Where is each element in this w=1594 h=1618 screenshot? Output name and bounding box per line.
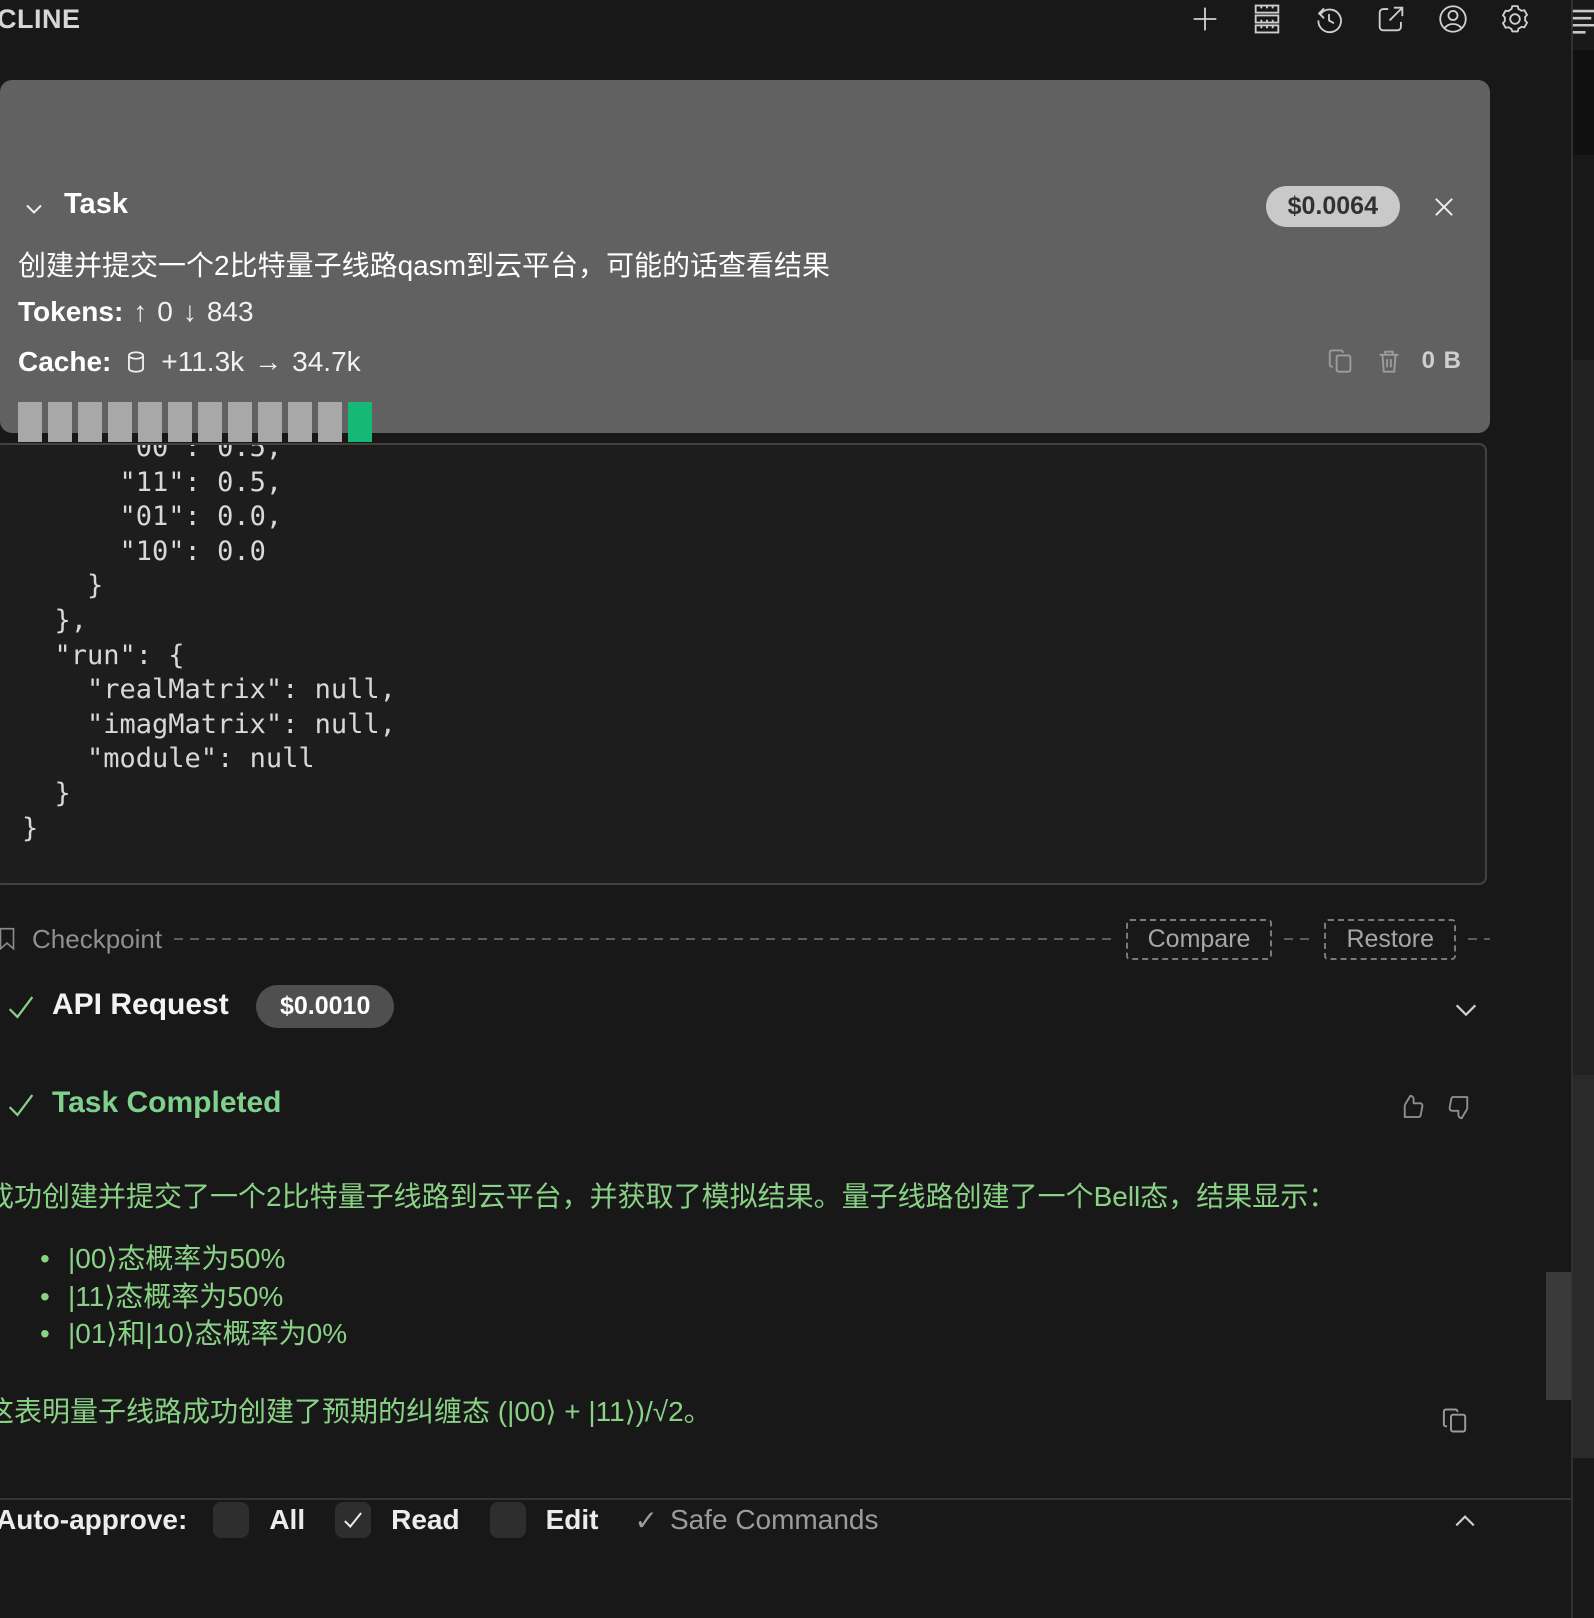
auto-approve-bar: Auto-approve: All Read Edit ✓ Safe Comma…	[0, 1498, 1594, 1618]
collapse-chevron-down-icon[interactable]	[22, 197, 46, 221]
auto-approve-label: Auto-approve:	[0, 1504, 188, 1535]
context-block	[168, 402, 192, 442]
context-block	[108, 402, 132, 442]
context-block	[198, 402, 222, 442]
api-request-cost-badge: $0.0010	[256, 985, 395, 1028]
checkpoint-row: Checkpoint Compare Restore	[0, 918, 1490, 960]
history-icon[interactable]	[1312, 2, 1346, 36]
editor-edge-strip	[1573, 360, 1594, 1075]
tokens-down-value: 843	[206, 296, 254, 327]
tokens-row: Tokens: ↑ 0 ↓ 843	[18, 296, 254, 328]
cache-actions: 0 B	[1326, 346, 1462, 376]
close-task-icon[interactable]	[1430, 193, 1458, 221]
result-footer: 这表明量子线路成功创建了预期的纠缠态 (|00⟩ + |11⟩)/√2。	[0, 1396, 712, 1427]
mcp-servers-icon[interactable]	[1250, 2, 1284, 36]
editor-edge-strip	[1573, 50, 1594, 155]
trash-icon[interactable]	[1374, 346, 1404, 376]
checkbox-read[interactable]	[335, 1502, 372, 1538]
result-bullet-list: |00⟩态概率为50% |11⟩态概率为50% |01⟩和|10⟩态概率为0%	[40, 1240, 347, 1353]
checkbox-all-label[interactable]: All	[269, 1504, 305, 1536]
expand-chevron-down-icon[interactable]	[1450, 994, 1482, 1026]
check-icon	[4, 1088, 38, 1122]
editor-edge-strip	[1573, 0, 1594, 1618]
context-blocks	[18, 402, 372, 442]
checkpoint-divider	[174, 938, 1114, 940]
context-block	[18, 402, 42, 442]
tokens-label: Tokens:	[18, 296, 124, 327]
context-block	[48, 402, 72, 442]
context-block	[78, 402, 102, 442]
thumbs-down-icon[interactable]	[1446, 1092, 1476, 1122]
task-description: 创建并提交一个2比特量子线路qasm到云平台，可能的话查看结果	[18, 250, 831, 281]
cache-written-value: +11.3k	[161, 346, 245, 377]
account-icon[interactable]	[1436, 2, 1470, 36]
open-in-editor-icon[interactable]	[1374, 2, 1408, 36]
check-icon: ✓	[634, 1504, 658, 1536]
checkpoint-divider	[1284, 938, 1313, 940]
context-block	[348, 402, 372, 442]
checkbox-edit-label[interactable]: Edit	[546, 1504, 599, 1536]
context-block	[228, 402, 252, 442]
api-request-label[interactable]: API Request	[52, 988, 229, 1022]
storage-size-value: 0 B	[1421, 347, 1462, 374]
compare-button[interactable]: Compare	[1125, 918, 1273, 960]
arrow-down-icon: ↓	[182, 296, 197, 327]
bookmark-icon	[0, 926, 20, 952]
settings-gear-icon[interactable]	[1498, 2, 1532, 36]
checkbox-edit[interactable]	[489, 1502, 526, 1538]
context-block	[138, 402, 162, 442]
list-item: |00⟩态概率为50%	[40, 1240, 347, 1278]
tokens-up-value: 0	[157, 296, 173, 327]
scrollbar[interactable]	[1546, 1272, 1571, 1400]
editor-edge-strip	[1573, 1075, 1594, 1458]
cache-row: Cache: +11.3k → 34.7k	[18, 346, 361, 378]
check-icon	[4, 990, 38, 1024]
result-paragraph: 成功创建并提交了一个2比特量子线路到云平台，并获取了模拟结果。量子线路创建了一个…	[0, 1181, 1337, 1212]
cline-panel: CLINE Task $0.0064 创建并提交一个2比特量子线路qasm到云平…	[0, 0, 1594, 1618]
context-block	[288, 402, 312, 442]
restore-button[interactable]: Restore	[1324, 918, 1456, 960]
arrow-up-icon: ↑	[133, 296, 148, 327]
app-title: CLINE	[0, 4, 81, 34]
task-title[interactable]: Task	[64, 188, 128, 221]
menu-list-icon[interactable]	[1570, 4, 1594, 38]
database-icon	[123, 349, 149, 375]
cache-read-value: 34.7k	[292, 346, 361, 377]
list-item: |11⟩态概率为50%	[40, 1278, 347, 1316]
list-item: |01⟩和|10⟩态概率为0%	[40, 1315, 347, 1353]
checkpoint-divider	[1468, 938, 1490, 940]
copy-response-icon[interactable]	[1440, 1405, 1471, 1436]
collapse-chevron-up-icon[interactable]	[1450, 1506, 1480, 1536]
titlebar: CLINE	[0, 0, 1594, 44]
new-task-plus-icon[interactable]	[1188, 2, 1222, 36]
code-block[interactable]: "00": 0.5, "11": 0.5, "01": 0.0, "10": 0…	[0, 443, 1487, 885]
safe-commands-label: Safe Commands	[669, 1504, 879, 1535]
task-completed-label: Task Completed	[52, 1086, 282, 1119]
context-block	[258, 402, 282, 442]
checkbox-read-label[interactable]: Read	[391, 1504, 459, 1536]
safe-commands[interactable]: ✓ Safe Commands	[634, 1504, 878, 1537]
checkbox-all[interactable]	[213, 1502, 250, 1538]
copy-icon[interactable]	[1326, 346, 1356, 376]
checkpoint-label: Checkpoint	[32, 923, 163, 954]
code-block-content: "00": 0.5, "11": 0.5, "01": 0.0, "10": 0…	[22, 443, 396, 844]
context-block	[318, 402, 342, 442]
cache-label: Cache:	[18, 346, 112, 377]
task-header-panel: Task $0.0064 创建并提交一个2比特量子线路qasm到云平台，可能的话…	[0, 80, 1490, 487]
auto-approve-row: Auto-approve: All Read Edit ✓ Safe Comma…	[0, 1496, 1594, 1544]
arrow-right-icon: →	[254, 346, 283, 377]
thumbs-up-icon[interactable]	[1396, 1092, 1426, 1122]
task-cost-badge: $0.0064	[1265, 186, 1400, 227]
